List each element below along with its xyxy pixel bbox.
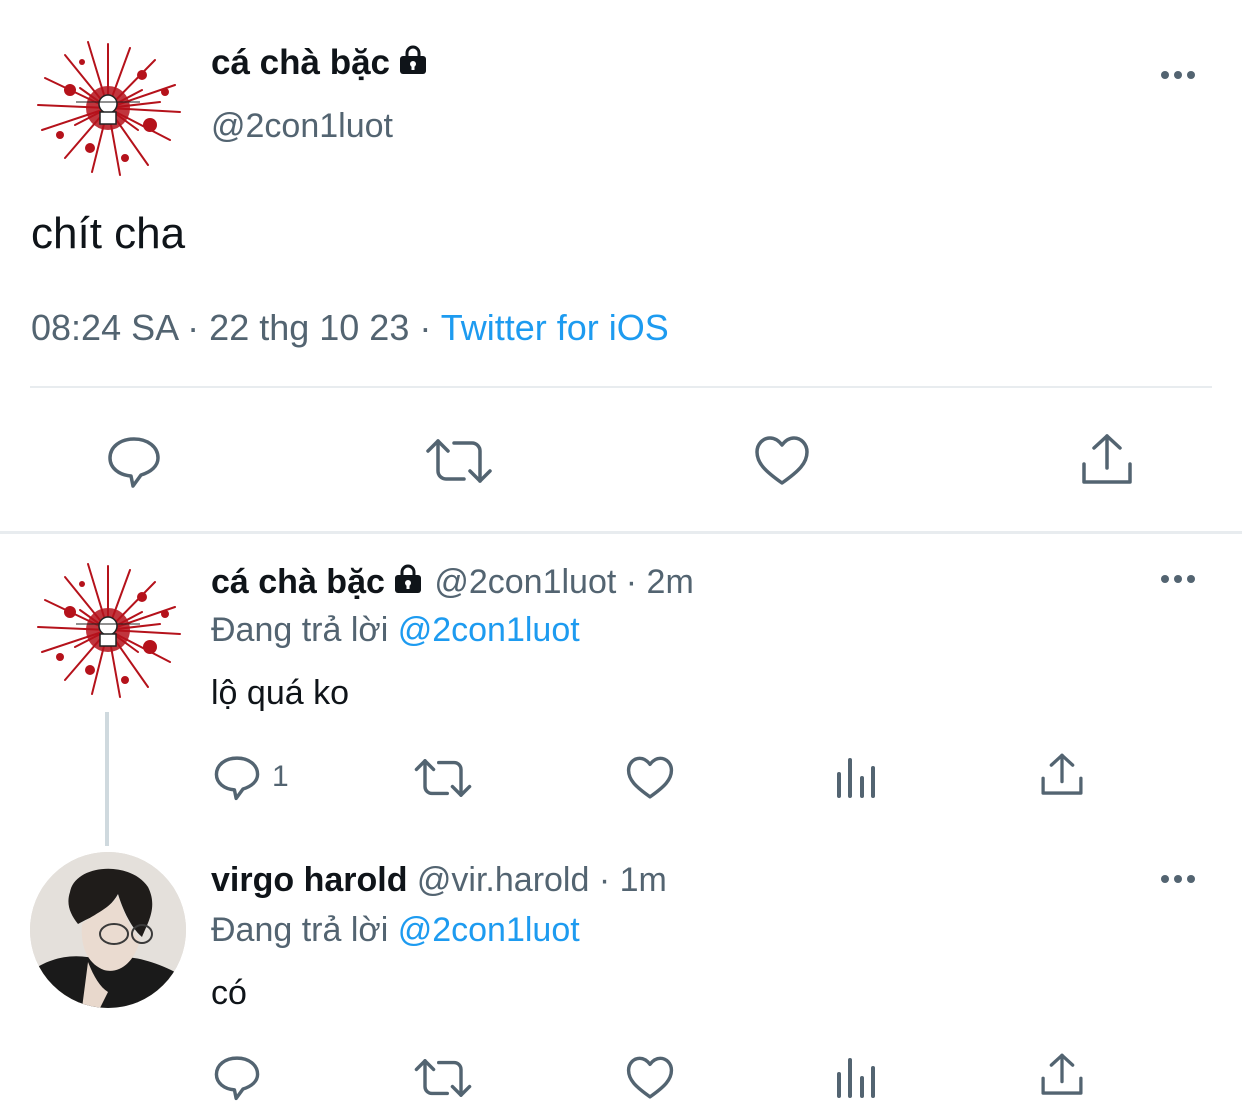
lock-icon [396, 44, 430, 76]
more-options-icon[interactable] [1161, 575, 1195, 583]
lock-icon [391, 563, 425, 595]
author-avatar[interactable] [30, 552, 186, 708]
author-avatar[interactable] [30, 852, 186, 1008]
replying-prefix: Đang trả lời [211, 611, 389, 649]
tweet-text: có [211, 974, 247, 1012]
like-icon[interactable] [625, 1054, 675, 1102]
replying-to-link[interactable]: @2con1luot [398, 911, 580, 949]
more-options-icon[interactable] [1161, 71, 1195, 79]
reply-header: virgo harold @vir.harold · 1m [211, 859, 667, 901]
replying-to-link[interactable]: @2con1luot [398, 611, 580, 649]
replying-prefix: Đang trả lời [211, 911, 389, 949]
author-handle[interactable]: @2con1luot [211, 106, 393, 146]
replying-to: Đang trả lời @2con1luot [211, 909, 580, 951]
tweet-age: · 1m [598, 861, 667, 899]
meta-separator: · [187, 307, 200, 348]
reply-icon[interactable] [213, 1053, 261, 1101]
tweet-text: lộ quá ko [211, 674, 349, 712]
author-display-name[interactable]: cá chà bặc [211, 42, 430, 84]
tweet-client-link[interactable]: Twitter for iOS [441, 307, 669, 348]
display-name-text[interactable]: cá chà bặc [211, 563, 385, 601]
author-avatar[interactable] [30, 30, 186, 186]
avatar-splatter-image [37, 563, 181, 698]
reply-icon[interactable] [106, 433, 162, 489]
like-icon[interactable] [753, 433, 811, 489]
tweet-date: 22 thg 10 23 [209, 307, 410, 348]
avatar-portrait-image [30, 852, 186, 1008]
tweet-time: 08:24 SA [31, 307, 178, 348]
retweet-icon[interactable] [413, 1054, 473, 1102]
meta-separator: · [419, 307, 432, 348]
author-handle[interactable]: @vir.harold [417, 861, 589, 899]
views-icon[interactable] [835, 754, 879, 800]
share-icon[interactable] [1078, 432, 1136, 488]
replying-to: Đang trả lời @2con1luot [211, 609, 580, 651]
divider [30, 386, 1212, 388]
author-handle[interactable]: @2con1luot [434, 563, 616, 601]
views-icon[interactable] [835, 1054, 879, 1100]
tweet-meta: 08:24 SA · 22 thg 10 23 · Twitter for iO… [31, 306, 669, 350]
share-icon[interactable] [1038, 1052, 1086, 1098]
retweet-icon[interactable] [413, 754, 473, 802]
like-icon[interactable] [625, 754, 675, 802]
tweet-text: chít cha [31, 209, 186, 258]
display-name-text: cá chà bặc [211, 43, 390, 82]
share-icon[interactable] [1038, 752, 1086, 798]
reply-icon[interactable] [213, 753, 261, 801]
section-divider [0, 531, 1242, 534]
more-options-icon[interactable] [1161, 875, 1195, 883]
thread-line [105, 712, 109, 846]
reply-count: 1 [272, 760, 289, 793]
avatar-splatter-image [37, 41, 181, 176]
reply-header: cá chà bặc @2con1luot · 2m [211, 561, 694, 603]
display-name-text[interactable]: virgo harold [211, 861, 407, 899]
retweet-icon[interactable] [424, 433, 494, 489]
tweet-age: · 2m [625, 563, 694, 601]
